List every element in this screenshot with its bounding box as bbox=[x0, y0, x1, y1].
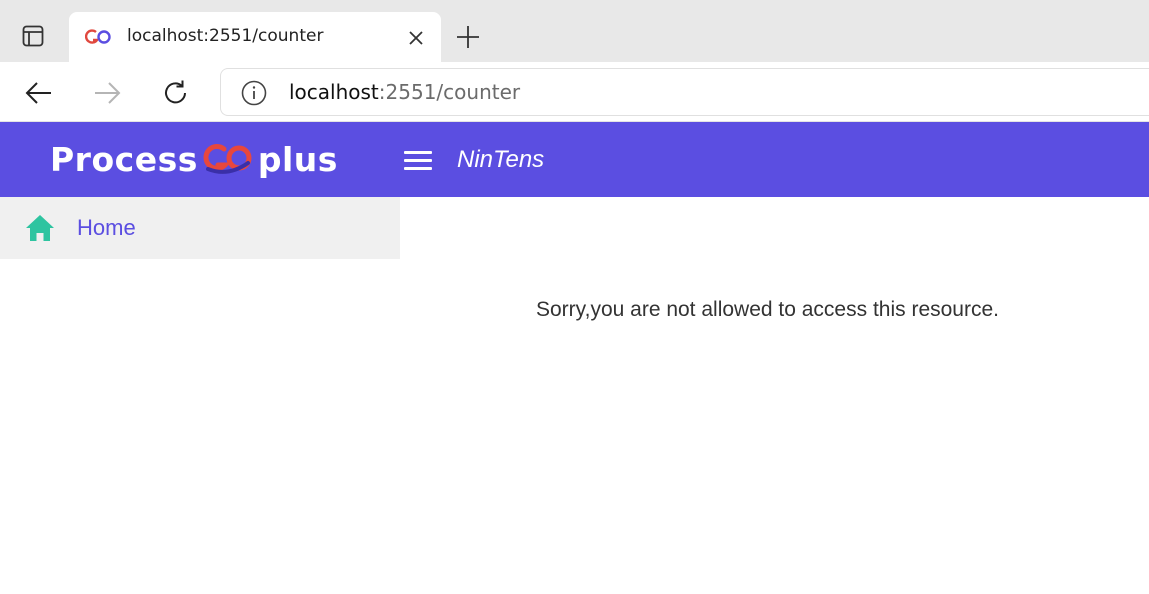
forward-arrow-icon bbox=[95, 82, 121, 104]
organization-name: NinTens bbox=[457, 146, 545, 173]
access-denied-message: Sorry,you are not allowed to access this… bbox=[536, 298, 999, 321]
sidebar-item-home[interactable]: Home bbox=[0, 197, 400, 259]
browser-tabstrip: localhost:2551/counter bbox=[0, 0, 1149, 62]
menu-bar bbox=[404, 166, 432, 170]
tab-actions-button[interactable] bbox=[12, 17, 54, 55]
tab-close-button[interactable] bbox=[403, 25, 429, 51]
processgo-plus-logo[interactable]: Process plus bbox=[50, 139, 338, 179]
url-text[interactable]: localhost:2551/counter bbox=[289, 80, 520, 104]
close-icon bbox=[409, 31, 423, 45]
back-button[interactable] bbox=[20, 74, 58, 112]
sidebar-item-label: Home bbox=[77, 215, 136, 240]
logo-text-plus: plus bbox=[257, 139, 338, 179]
forward-button[interactable] bbox=[88, 74, 126, 112]
plus-icon bbox=[457, 26, 479, 48]
tab-title: localhost:2551/counter bbox=[127, 26, 324, 46]
back-arrow-icon bbox=[25, 82, 51, 104]
url-path: :2551/counter bbox=[378, 80, 521, 104]
browser-toolbar: localhost:2551/counter bbox=[0, 62, 1149, 122]
browser-tab[interactable]: localhost:2551/counter bbox=[69, 12, 441, 62]
site-info-icon[interactable] bbox=[241, 80, 267, 106]
hamburger-menu-button[interactable] bbox=[401, 144, 435, 176]
address-bar[interactable]: localhost:2551/counter bbox=[220, 68, 1149, 116]
url-host: localhost bbox=[289, 80, 379, 104]
new-tab-button[interactable] bbox=[452, 21, 484, 53]
tab-actions-icon bbox=[22, 25, 44, 47]
tab-favicon-icon bbox=[85, 29, 111, 44]
sidebar: Home bbox=[0, 197, 400, 259]
home-icon bbox=[26, 215, 54, 241]
go-logo-icon bbox=[203, 143, 252, 174]
app-header: Process plus NinTens bbox=[0, 122, 1149, 197]
menu-bar bbox=[404, 158, 432, 162]
logo-text-process: Process bbox=[50, 139, 198, 179]
menu-bar bbox=[404, 150, 432, 154]
reload-icon bbox=[165, 80, 186, 104]
reload-button[interactable] bbox=[157, 74, 195, 112]
